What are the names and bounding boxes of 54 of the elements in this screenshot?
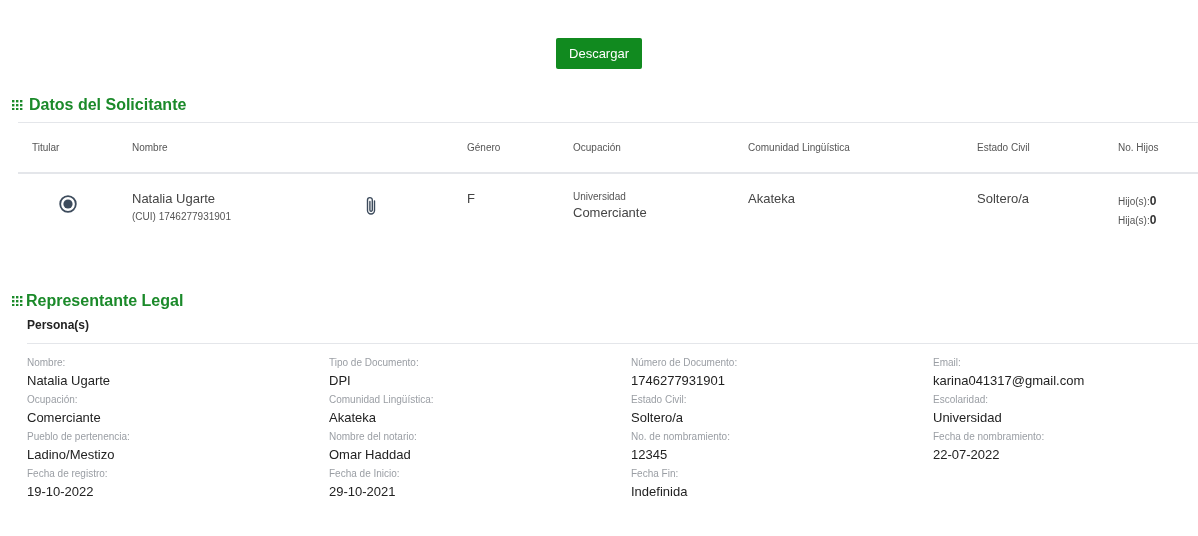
grid-icon bbox=[12, 296, 23, 306]
field-value: Omar Haddad bbox=[329, 446, 412, 464]
field-value: Universidad bbox=[933, 409, 1003, 427]
field-value: Natalia Ugarte bbox=[27, 372, 112, 390]
children-count: Hija(s):0 bbox=[1118, 212, 1158, 229]
column-header: Nombre bbox=[132, 142, 168, 153]
field-label: Tipo de Documento: bbox=[329, 356, 420, 369]
subsection-title: Persona(s) bbox=[27, 318, 1198, 344]
field-label: Pueblo de pertenencia: bbox=[27, 430, 131, 443]
field-value: 1746277931901 bbox=[631, 372, 726, 390]
radio-button[interactable] bbox=[59, 195, 77, 213]
field-label: Fecha de registro: bbox=[27, 467, 109, 480]
field-label: Número de Documento: bbox=[631, 356, 739, 369]
document-number: (CUI) 1746277931901 bbox=[132, 211, 232, 222]
field-value: Comerciante bbox=[27, 409, 102, 427]
grid-icon bbox=[12, 100, 23, 110]
field-value: Indefinida bbox=[631, 483, 689, 501]
field-value: DPI bbox=[329, 372, 352, 390]
column-header: Género bbox=[467, 142, 501, 153]
section-title: Datos del Solicitante bbox=[29, 96, 187, 114]
download-button[interactable]: Descargar bbox=[556, 38, 642, 69]
field-label: Nombre: bbox=[27, 356, 67, 369]
field-label: Fecha de Inicio: bbox=[329, 467, 401, 480]
table-cell-text: Soltero/a bbox=[977, 191, 1031, 206]
field-value: 19-10-2022 bbox=[27, 483, 95, 501]
column-header: Estado Civil bbox=[977, 142, 1030, 153]
field-value: 12345 bbox=[631, 446, 669, 464]
applicant-name: Natalia Ugarte bbox=[132, 191, 217, 206]
field-value: Soltero/a bbox=[631, 409, 685, 427]
section-title: Representante Legal bbox=[26, 292, 184, 310]
field-label: Fecha de nombramiento: bbox=[933, 430, 1046, 443]
field-label: Estado Civil: bbox=[631, 393, 688, 406]
field-label: Escolaridad: bbox=[933, 393, 990, 406]
field-value: 29-10-2021 bbox=[329, 483, 397, 501]
column-header: Titular bbox=[32, 142, 60, 153]
column-header: Ocupación bbox=[573, 142, 621, 153]
children-count: Hijo(s):0 bbox=[1118, 193, 1158, 210]
field-label: Comunidad Lingüística: bbox=[329, 393, 435, 406]
paperclip-icon[interactable] bbox=[365, 196, 377, 216]
field-label: Fecha Fin: bbox=[631, 467, 680, 480]
column-header: No. Hijos bbox=[1118, 142, 1159, 153]
field-value: Ladino/Mestizo bbox=[27, 446, 116, 464]
field-label: No. de nombramiento: bbox=[631, 430, 731, 443]
column-header: Comunidad Lingüística bbox=[748, 142, 850, 153]
field-label: Nombre del notario: bbox=[329, 430, 418, 443]
field-label: Email: bbox=[933, 356, 962, 369]
field-value: karina041317@gmail.com bbox=[933, 372, 1086, 390]
table-cell-text: F bbox=[467, 191, 476, 206]
field-value: 22-07-2022 bbox=[933, 446, 1001, 464]
education-level: Universidad bbox=[573, 191, 627, 202]
occupation: Comerciante bbox=[573, 205, 648, 220]
field-label: Ocupación: bbox=[27, 393, 79, 406]
field-value: Akateka bbox=[329, 409, 377, 427]
table-cell-text: Akateka bbox=[748, 191, 796, 206]
